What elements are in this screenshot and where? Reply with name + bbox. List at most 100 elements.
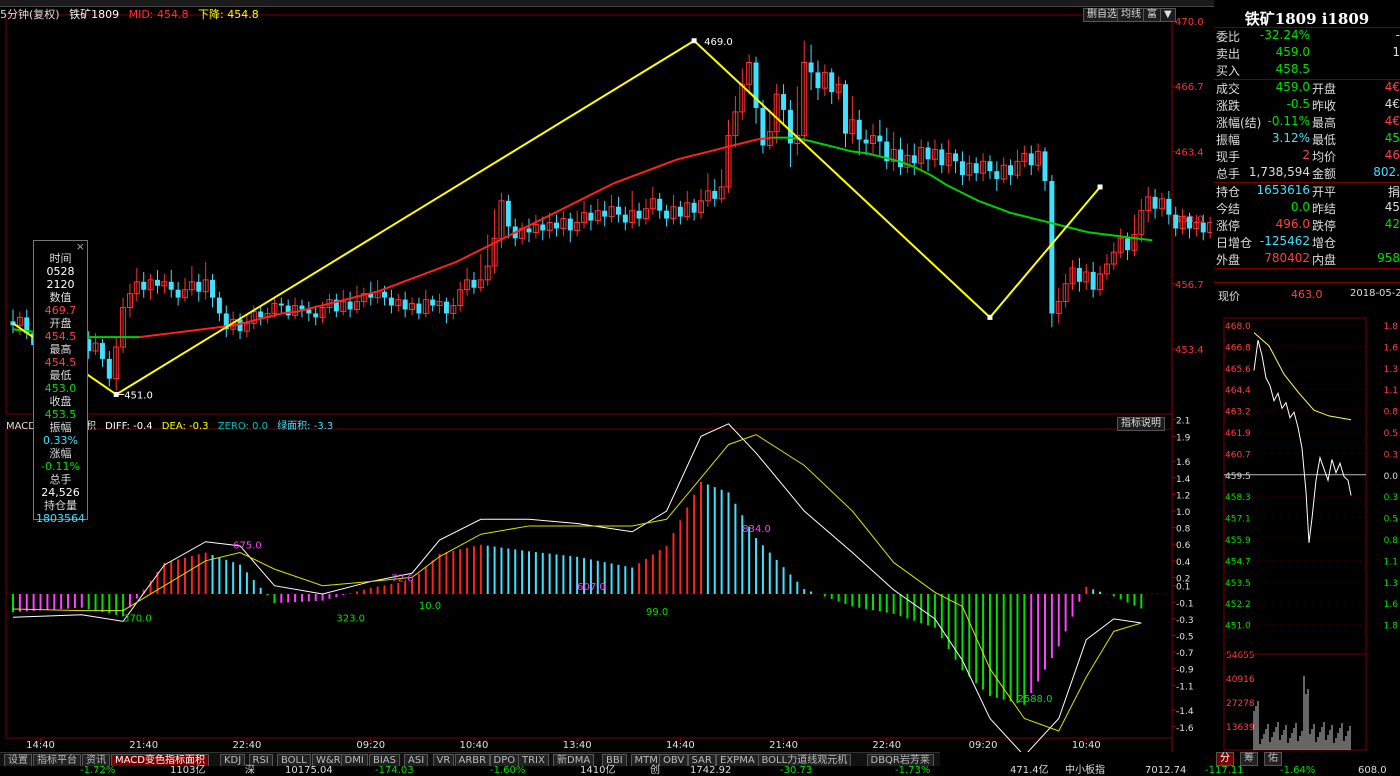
candle-body (168, 281, 174, 290)
intraday-volume-label: 40916 (1226, 675, 1255, 685)
price-tick-label: 466.7 (1175, 82, 1204, 93)
remove-favorite-button[interactable]: 删自选 (1083, 8, 1121, 22)
intraday-chart[interactable]: 468.0 1.8 466.8 1.6 465.6 1.3 464.4 1.1 463.2 0.8… (1214, 284, 1400, 752)
macd-area-annotation: 99.0 (646, 607, 668, 618)
status-item: -30.73 (780, 765, 813, 776)
status-item: 深 (245, 765, 255, 776)
macd-area: 绿面积: -3.3 (277, 421, 334, 432)
tab-chips[interactable]: 筹 (1240, 752, 1258, 766)
quote-value: 45 (1384, 131, 1400, 145)
trend-vertex (1097, 184, 1103, 190)
candle-body (602, 210, 608, 217)
tooltip-label: 总手 (49, 473, 72, 486)
tab-other[interactable]: 佑 (1264, 752, 1282, 766)
quote-key: 持仓 (1216, 185, 1241, 199)
rich-button[interactable]: 富 (1143, 8, 1161, 22)
quote-key: 涨跌 (1216, 99, 1241, 113)
intraday-price-label: 468.0 (1225, 322, 1251, 332)
macd-tick-label: -0.3 (1176, 616, 1194, 626)
candle-body (622, 214, 628, 223)
trend-vertex (691, 38, 697, 44)
quote-value: 458.5 (1275, 62, 1310, 76)
ma-button[interactable]: 均线 (1117, 8, 1145, 22)
instrument-title: 铁矿1809 i1809 (1244, 10, 1370, 28)
time-tick-label: 21:40 (769, 740, 798, 751)
quote-value: 802. (1373, 165, 1400, 179)
indicator-help-button[interactable]: 指标说明 (1117, 417, 1165, 431)
candle-body (808, 62, 814, 73)
current-price-label: 现价 (1218, 290, 1240, 303)
quote-row: 涨幅(结) -0.11% 最高 4€ (1216, 114, 1400, 131)
dropdown-button[interactable]: ▼ (1160, 8, 1176, 22)
quote-value: 2 (1302, 148, 1310, 162)
quote-key: 振幅 (1216, 133, 1241, 147)
candle-body (911, 155, 917, 164)
macd-tick-label: -0.9 (1176, 666, 1194, 676)
candle-body (863, 139, 869, 144)
candle-body (1125, 238, 1131, 251)
quote-divider (1214, 282, 1400, 283)
status-item: -1.64% (1280, 765, 1316, 776)
period-label[interactable]: 5分钟(复权) (0, 8, 60, 21)
quote-value: 4€ (1384, 80, 1400, 94)
candle-body (106, 358, 112, 379)
candle-body (925, 147, 931, 160)
mid-label: MID: 454.8 (128, 8, 189, 21)
intraday-frame (1223, 317, 1367, 751)
intraday-volume-label: 13639 (1226, 723, 1255, 733)
macd-tick-label: -0.1 (1176, 599, 1194, 609)
quote-key: 内盘 (1312, 253, 1337, 267)
candle-body (712, 190, 718, 199)
intraday-price-label: 451.0 (1225, 622, 1251, 632)
candle-body (402, 299, 408, 310)
candle-body (657, 198, 663, 211)
macd-tick-label: 1.0 (1176, 508, 1191, 518)
tooltip-value: 0528 (46, 265, 75, 278)
price-tick-label: 463.4 (1175, 147, 1204, 158)
time-tick-label: 14:40 (666, 740, 695, 751)
status-item: -174.03 (375, 765, 414, 776)
candle-body (526, 228, 532, 233)
quote-value: 1 (1392, 45, 1400, 59)
quote-value: 0.0 (1290, 200, 1310, 214)
intraday-pct-label: 0.5 (1384, 429, 1398, 439)
candle-body (829, 72, 835, 93)
quote-value: -125462 (1259, 234, 1310, 248)
candle-body (154, 279, 160, 286)
candle-body (416, 303, 422, 314)
intraday-price-label: 457.1 (1225, 515, 1251, 525)
candle-body (1152, 196, 1158, 209)
quote-key: 委比 (1216, 30, 1241, 44)
status-item: 1410亿 (580, 765, 616, 776)
quote-value: 780402 (1264, 251, 1310, 265)
candle-body (388, 297, 394, 306)
close-icon[interactable]: × (34, 241, 87, 252)
status-item: 1742.92 (690, 765, 732, 776)
status-item: 10175.04 (285, 765, 333, 776)
quote-key: 昨收 (1312, 99, 1337, 113)
status-item: -117.11 (1205, 765, 1244, 776)
candle-body (1042, 151, 1048, 182)
quote-key: 昨结 (1312, 202, 1337, 216)
high-annotation: 469.0 (704, 37, 733, 48)
quote-row: 现手 2 均价 46 (1216, 148, 1400, 165)
intraday-pct-label: 0.5 (1384, 515, 1398, 525)
tooltip-label: 开盘 (49, 317, 72, 330)
intraday-pct-label: 1.6 (1384, 343, 1399, 353)
candle-body (430, 299, 436, 306)
candle-body (815, 72, 821, 89)
main-chart[interactable]: 470.0466.7463.4460.0456.7453.4 469.0451.… (0, 0, 1212, 752)
candle-body (898, 149, 904, 168)
time-tick-label: 22:40 (872, 740, 901, 751)
status-item: -1.72% (80, 765, 116, 776)
candle-body (1186, 216, 1192, 229)
candle-body (1173, 214, 1179, 229)
candle-body (994, 171, 1000, 180)
quote-key: 外盘 (1216, 253, 1241, 267)
macd-tick-label: -0.7 (1176, 649, 1194, 659)
tab-intraday[interactable]: 分 (1216, 752, 1234, 766)
quote-value: - (1395, 28, 1400, 42)
quote-key: 金额 (1312, 167, 1337, 181)
quote-key: 均价 (1312, 150, 1337, 164)
quote-key: 总手 (1216, 167, 1241, 181)
